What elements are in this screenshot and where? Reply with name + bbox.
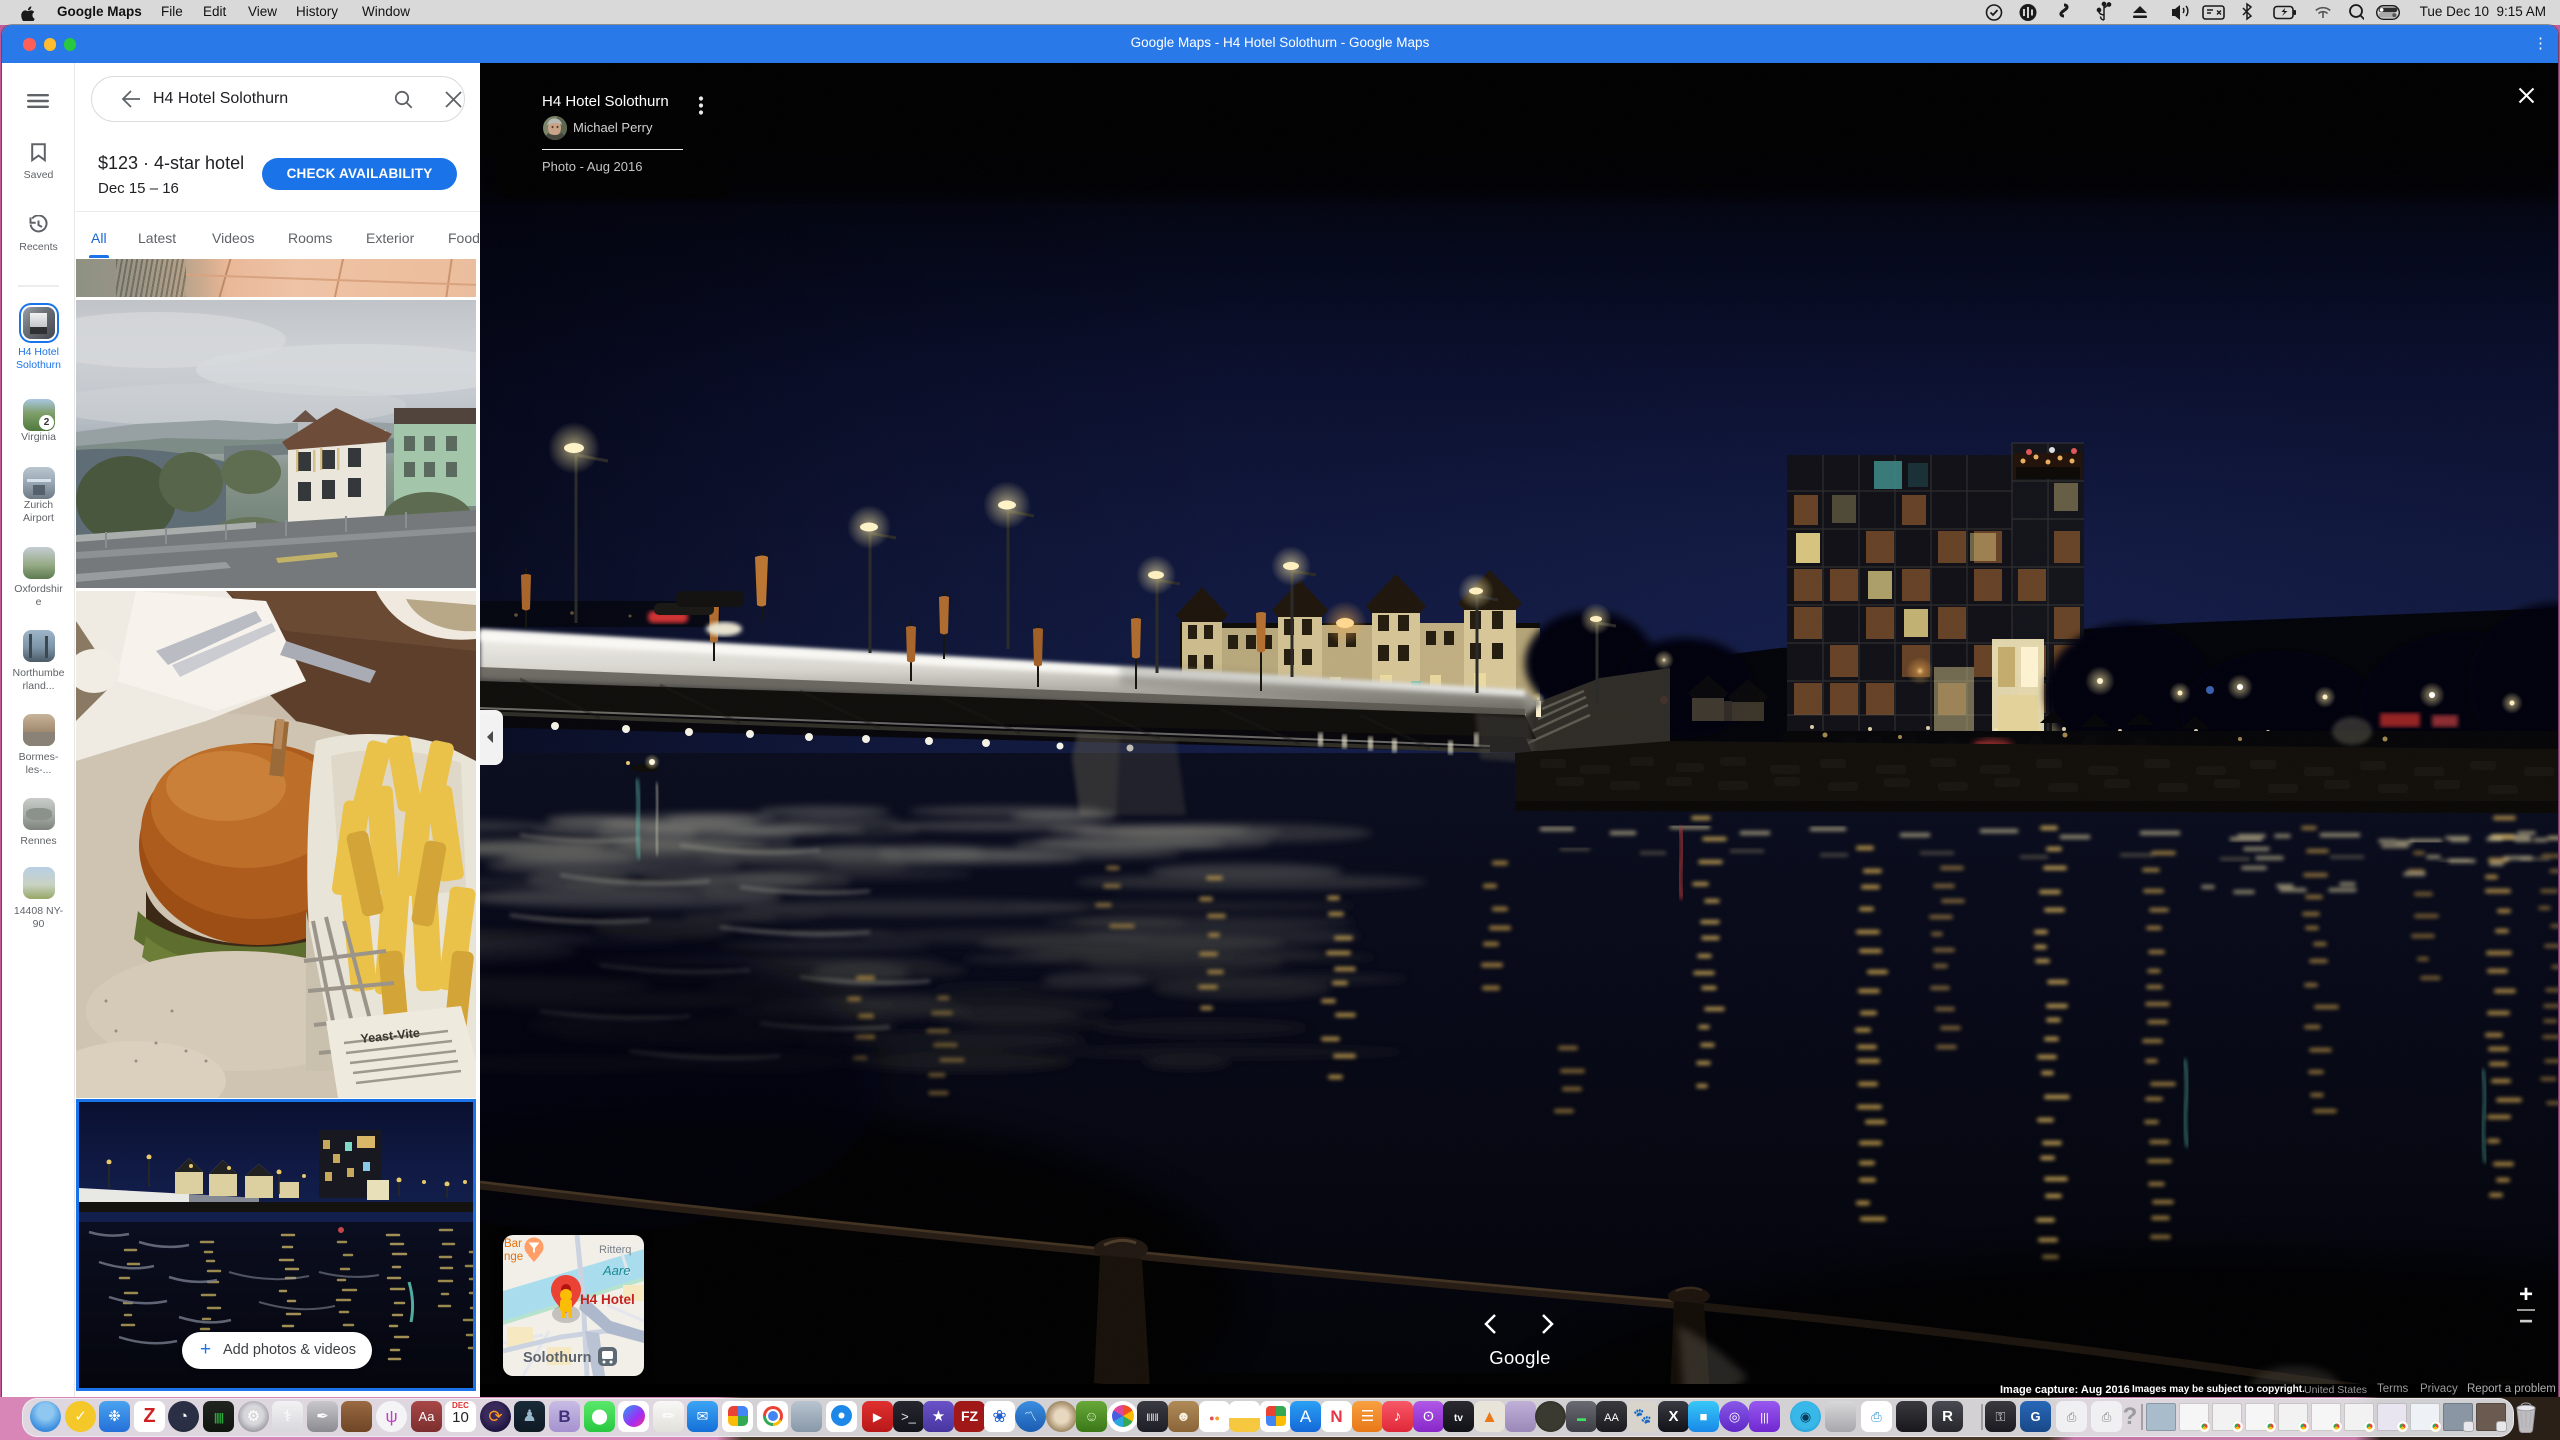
svg-text:Ritterq: Ritterq xyxy=(599,1244,631,1256)
svg-text:H4 Hotel: H4 Hotel xyxy=(580,1292,635,1307)
svg-text:Solothurn: Solothurn xyxy=(523,1350,591,1366)
svg-text:Aare: Aare xyxy=(602,1263,630,1278)
svg-text:nge: nge xyxy=(504,1251,523,1263)
svg-text:Bar: Bar xyxy=(504,1238,522,1250)
